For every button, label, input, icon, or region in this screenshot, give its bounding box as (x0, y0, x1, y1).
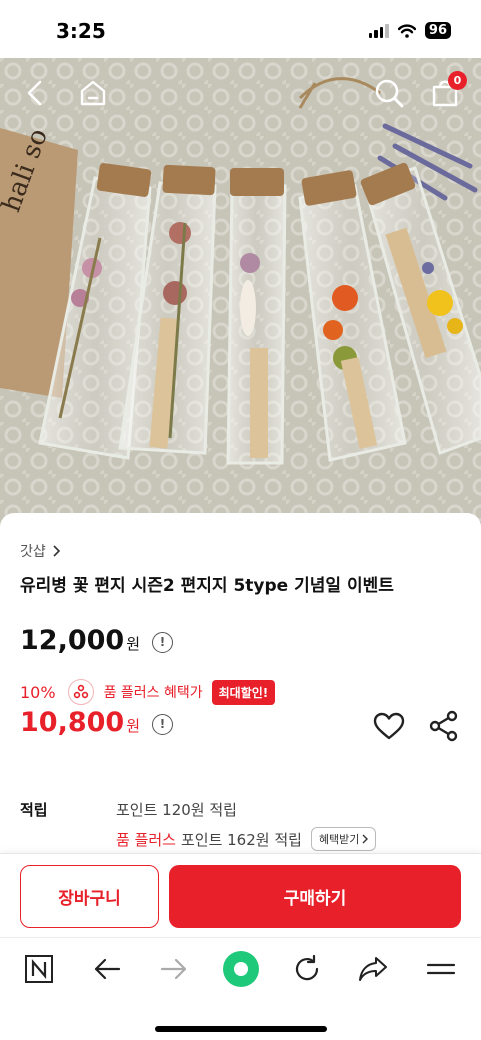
product-image[interactable]: hali so 0 (0, 58, 481, 528)
search-icon (375, 79, 404, 108)
points-plus-text: 포인트 162원 적립 (180, 830, 302, 849)
green-dot-icon (223, 951, 259, 987)
browser-back-button[interactable] (90, 952, 124, 986)
forward-icon (160, 958, 187, 980)
brand-link[interactable]: 갓샵 (20, 541, 60, 561)
back-button[interactable] (18, 76, 52, 110)
share-button[interactable] (426, 708, 462, 744)
share-icon (429, 710, 458, 742)
points-label: 적립 (20, 801, 48, 819)
share-page-button[interactable] (356, 952, 390, 986)
reload-button[interactable] (290, 952, 324, 986)
points-plus-prefix: 품 플러스 (116, 830, 176, 849)
final-price: 10,800 (20, 707, 125, 738)
wifi-icon (397, 23, 416, 38)
original-price: 12,000 (20, 625, 125, 656)
claim-benefit-label: 혜택받기 (318, 833, 360, 846)
wishlist-button[interactable] (371, 708, 407, 744)
back-arrow-icon (94, 958, 121, 980)
discount-rate: 10% (20, 682, 56, 702)
product-title: 유리병 꽃 편지 시즌2 편지지 5type 기념일 이벤트 (20, 576, 394, 596)
plus-benefit-row: 10% 품 플러스 혜택가 최대할인! (20, 679, 276, 705)
heart-icon (373, 712, 405, 740)
currency-label: 원 (126, 717, 141, 735)
product-photo: hali so (0, 58, 481, 528)
plus-benefit-text: 품 플러스 혜택가 (103, 685, 203, 701)
points-basic: 포인트 120원 적립 (116, 801, 237, 819)
home-icon (80, 80, 106, 106)
claim-benefit-button[interactable]: 혜택받기 (310, 827, 377, 851)
purchase-action-bar: 장바구니 구매하기 (0, 853, 481, 937)
status-icons: 96 (368, 22, 451, 39)
battery-indicator: 96 (424, 22, 451, 39)
plus-benefit-icon (67, 679, 94, 705)
back-icon (27, 80, 42, 106)
currency-label: 원 (126, 635, 141, 653)
points-plus: 품 플러스 포인트 162원 적립 혜택받기 (116, 827, 377, 851)
menu-icon (426, 963, 456, 975)
green-dot-button[interactable] (222, 950, 260, 988)
product-info-panel: 갓샵 유리병 꽃 편지 시즌2 편지지 5type 기념일 이벤트 12,000… (0, 513, 481, 853)
browser-forward-button[interactable] (157, 952, 191, 986)
status-bar: 3:25 96 (0, 0, 481, 58)
naver-icon (25, 955, 53, 983)
brand-name: 갓샵 (20, 544, 46, 560)
buy-now-button[interactable]: 구매하기 (169, 865, 461, 928)
share-arrow-icon (359, 957, 387, 981)
final-price-row: 10,800 원 ! (20, 707, 174, 738)
cart-count-badge: 0 (448, 71, 467, 90)
browser-toolbar (0, 937, 481, 1040)
signal-icon (368, 23, 389, 38)
info-icon[interactable]: ! (152, 631, 174, 653)
original-price-row: 12,000 원 ! (20, 625, 174, 656)
add-to-cart-button[interactable]: 장바구니 (20, 865, 159, 928)
max-discount-badge: 최대할인! (211, 679, 276, 705)
home-indicator (155, 1026, 327, 1032)
home-button[interactable] (76, 76, 110, 110)
naver-home-button[interactable] (22, 952, 56, 986)
status-time: 3:25 (56, 19, 106, 43)
search-button[interactable] (372, 76, 406, 110)
chevron-right-icon (362, 834, 369, 844)
menu-button[interactable] (424, 952, 458, 986)
info-icon[interactable]: ! (152, 713, 174, 735)
reload-icon (295, 955, 319, 981)
chevron-right-icon (53, 545, 60, 557)
